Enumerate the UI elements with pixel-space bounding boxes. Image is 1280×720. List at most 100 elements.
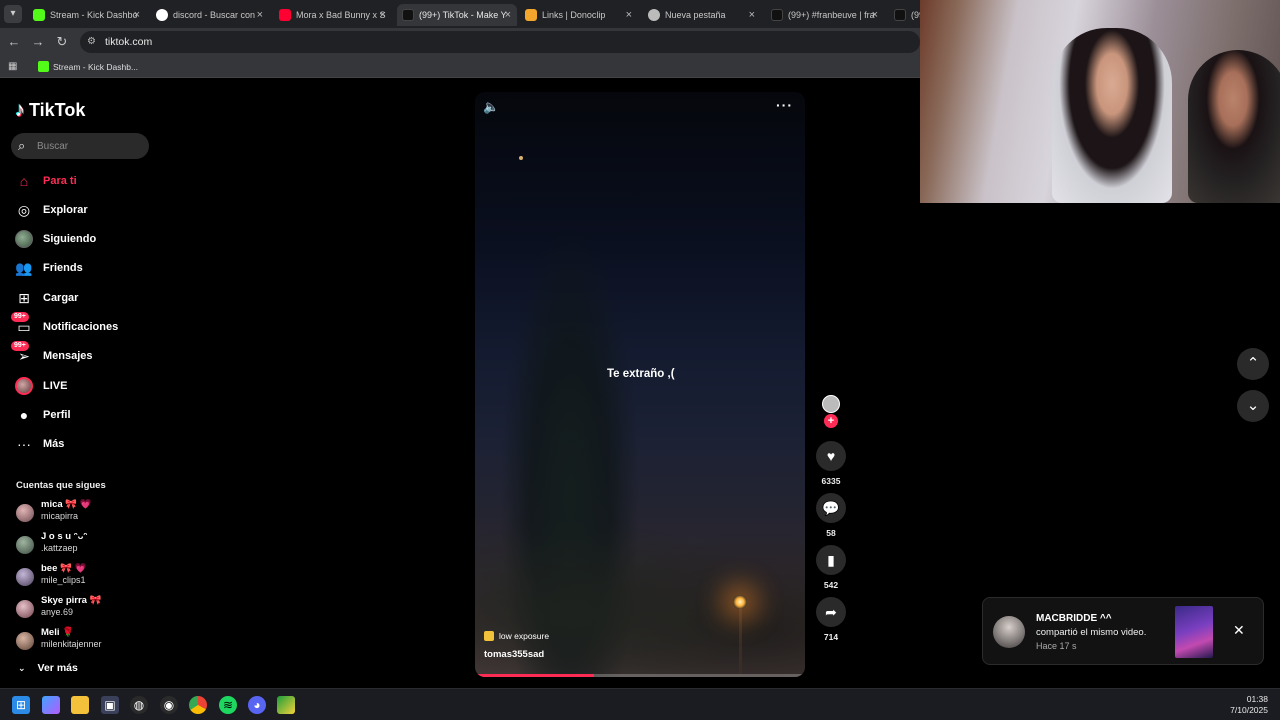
following-account[interactable]: Skye pirra 🎀 anye.69: [16, 595, 146, 621]
share-button[interactable]: ➦: [816, 597, 846, 627]
app-icon[interactable]: ▣: [101, 696, 119, 714]
follow-plus-icon[interactable]: +: [824, 414, 838, 428]
avatar: [16, 632, 34, 650]
tiktok-logo[interactable]: ♪ TikTok: [15, 98, 85, 122]
avatar: [16, 600, 34, 618]
more-options-icon[interactable]: ···: [776, 97, 793, 113]
comment-icon: 💬: [822, 500, 840, 516]
nav-label: Para ti: [43, 175, 77, 187]
tiktok-icon: [402, 9, 414, 21]
next-video-button[interactable]: ⌄: [1237, 390, 1269, 422]
tab-label: Stream - Kick Dashbo: [50, 10, 138, 20]
save-button[interactable]: ▮: [816, 545, 846, 575]
tab-youtube[interactable]: Mora x Bad Bunny x S ×: [274, 4, 392, 26]
avatar: [16, 536, 34, 554]
nav-explorar[interactable]: ◎ Explorar: [15, 199, 155, 221]
effect-tag[interactable]: low exposure: [484, 631, 549, 641]
save-count: 542: [823, 580, 839, 590]
close-icon[interactable]: ×: [505, 4, 511, 26]
video-thumbnail[interactable]: [1175, 606, 1213, 658]
nav-mensajes[interactable]: ➢ 99+ Mensajes: [11, 341, 155, 367]
tab-kick[interactable]: Stream - Kick Dashbo ×: [28, 4, 146, 26]
video-scene: [733, 595, 747, 609]
back-icon[interactable]: ←: [6, 34, 22, 50]
clock-date: 7/10/2025: [1230, 705, 1268, 715]
chrome-icon[interactable]: [189, 696, 207, 714]
close-icon[interactable]: ×: [134, 4, 140, 26]
video-progress-bar[interactable]: [475, 674, 805, 677]
following-account[interactable]: bee 🎀 💗 mile_clips1: [16, 563, 146, 589]
tab-search-button[interactable]: ▾: [4, 5, 22, 23]
nav-para-ti[interactable]: ⌂ Para ti: [15, 170, 155, 192]
volume-icon[interactable]: 🔈: [483, 99, 499, 115]
system-clock[interactable]: 01:38 7/10/2025: [1230, 694, 1268, 716]
tab-label: discord - Buscar con: [173, 10, 256, 20]
close-icon[interactable]: ×: [749, 4, 755, 26]
nav-notificaciones[interactable]: ▭ 99+ Notificaciones: [11, 312, 155, 338]
comment-count: 58: [826, 528, 836, 538]
app-icon[interactable]: [277, 696, 295, 714]
obs-icon[interactable]: ◉: [160, 696, 178, 714]
nav-label: Siguiendo: [43, 233, 97, 245]
apps-grid-icon[interactable]: ▦: [8, 61, 19, 72]
tab-label: (99+) TikTok - Make Y: [419, 10, 507, 20]
file-explorer-icon[interactable]: [71, 696, 89, 714]
search-box[interactable]: ⌕: [11, 133, 149, 159]
tab-tiktok-active[interactable]: (99+) TikTok - Make Y ×: [397, 4, 517, 26]
author-avatar[interactable]: [822, 395, 840, 413]
video-scene: [739, 607, 742, 677]
forward-icon[interactable]: →: [30, 34, 46, 50]
close-icon[interactable]: ×: [380, 4, 386, 26]
nav-siguiendo[interactable]: Siguiendo: [15, 228, 155, 250]
tab-label: Nueva pestaña: [665, 10, 726, 20]
chrome-icon: [648, 9, 660, 21]
address-bar[interactable]: ⚙ tiktok.com: [80, 31, 920, 53]
close-icon[interactable]: ×: [626, 4, 632, 26]
following-account[interactable]: Meli 🌹 milenkitajenner: [16, 627, 146, 653]
bookmark-icon: ▮: [827, 552, 835, 568]
close-icon[interactable]: ×: [257, 4, 263, 26]
nav-friends[interactable]: 👥 Friends: [15, 257, 155, 279]
close-icon[interactable]: ✕: [1233, 622, 1245, 639]
nav-mas[interactable]: ··· Más: [15, 433, 155, 455]
comment-button[interactable]: 💬: [816, 493, 846, 523]
nav-live[interactable]: LIVE: [15, 375, 155, 397]
following-account[interactable]: J o s u ᵔᴗᵔ .kattzaep: [16, 531, 146, 557]
copilot-icon[interactable]: [42, 696, 60, 714]
share-notification[interactable]: MACBRIDDE ^^ compartió el mismo video. H…: [982, 597, 1264, 665]
nav-label: Notificaciones: [43, 321, 119, 333]
previous-video-button[interactable]: ⌃: [1237, 348, 1269, 380]
profile-icon: ●: [19, 407, 29, 423]
following-avatar: [15, 230, 33, 248]
like-button[interactable]: ♥: [816, 441, 846, 471]
chevron-up-icon: ⌃: [1246, 355, 1260, 372]
compass-icon: ◎: [17, 202, 31, 218]
nav-label: Explorar: [43, 204, 88, 216]
notification-user: MACBRIDDE ^^: [1036, 613, 1112, 624]
video-author[interactable]: tomas355sad: [484, 649, 544, 660]
reload-icon[interactable]: ↻: [54, 34, 70, 50]
video-player[interactable]: 🔈 ··· Te extraño ,( low exposure tomas35…: [475, 92, 805, 677]
tab-donoclip[interactable]: Links | Donoclip ×: [520, 4, 638, 26]
tab-tiktok-2[interactable]: (99+) #franbeuve | fra ×: [766, 4, 884, 26]
messages-badge: 99+: [11, 341, 29, 351]
windows-start-icon[interactable]: ⊞: [12, 696, 30, 714]
spotify-icon[interactable]: ≋: [219, 696, 237, 714]
notification-message: compartió el mismo video.: [1036, 627, 1147, 638]
discord-icon[interactable]: ◕: [248, 696, 266, 714]
following-account[interactable]: mica 🎀 💗 micapirra: [16, 499, 146, 525]
bookmark-label: Stream - Kick Dashb...: [53, 62, 139, 72]
url-text[interactable]: tiktok.com: [105, 31, 152, 53]
search-input[interactable]: [37, 137, 143, 155]
notification-badge: 99+: [11, 312, 29, 322]
tab-discord-search[interactable]: discord - Buscar con ×: [151, 4, 269, 26]
app-icon[interactable]: ◍: [130, 696, 148, 714]
site-info-icon[interactable]: ⚙: [87, 36, 99, 48]
nav-perfil[interactable]: ● Perfil: [15, 404, 155, 426]
nav-cargar[interactable]: ⊞ Cargar: [15, 287, 155, 309]
tab-label: Mora x Bad Bunny x S: [296, 10, 386, 20]
bookmark-kick[interactable]: Stream - Kick Dashb...: [38, 58, 138, 76]
tab-new[interactable]: Nueva pestaña ×: [643, 4, 761, 26]
close-icon[interactable]: ×: [872, 4, 878, 26]
see-more-button[interactable]: ⌄ Ver más: [18, 662, 78, 674]
